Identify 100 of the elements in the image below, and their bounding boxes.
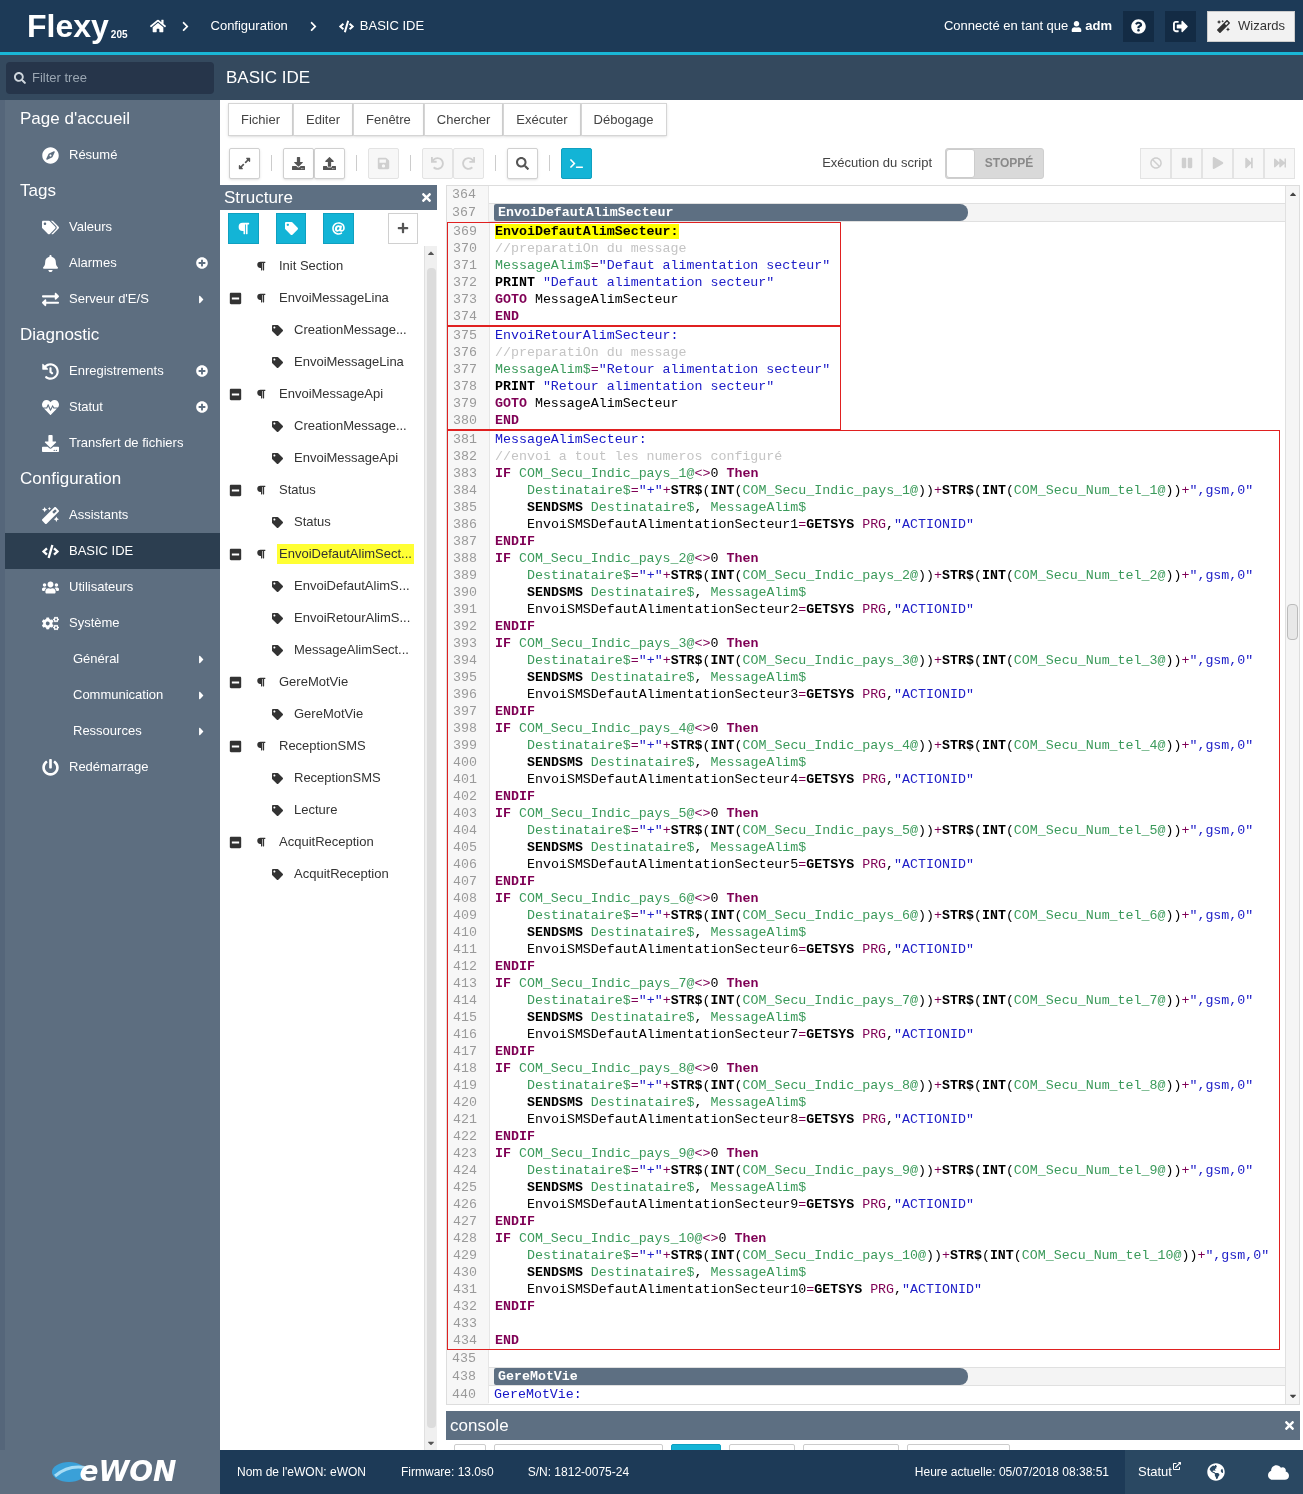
tree-item[interactable]: GereMotVie <box>277 672 351 692</box>
menu-tab[interactable]: Chercher <box>423 103 504 136</box>
code-line: IF COM_Secu_Indic_pays_5@<>0 Then <box>494 805 760 822</box>
tree-item[interactable]: Status <box>292 512 333 532</box>
wizards-button[interactable]: Wizards <box>1207 10 1295 42</box>
at-sign-button[interactable] <box>323 212 355 244</box>
history-icon <box>42 362 59 380</box>
help-icon <box>1131 18 1147 34</box>
tree-item[interactable]: EnvoiMessageApi <box>292 448 401 468</box>
gears-icon <box>42 614 59 632</box>
tree-item[interactable]: Status <box>277 480 318 500</box>
code-line: IF COM_Secu_Indic_pays_8@<>0 Then <box>494 1060 760 1077</box>
tree-item[interactable]: AcquitReception <box>292 864 391 884</box>
code-line: ENDIF <box>494 873 536 890</box>
menu-tab[interactable]: Fichier <box>228 103 293 136</box>
help-button[interactable] <box>1123 10 1155 42</box>
tree-item[interactable]: EnvoiDefautAlimS... <box>292 576 412 596</box>
home-icon[interactable] <box>149 18 166 34</box>
tree-item[interactable]: Init Section <box>277 256 346 276</box>
collapse-icon[interactable] <box>229 387 242 401</box>
expand-button[interactable] <box>229 147 260 179</box>
collapse-icon[interactable] <box>229 547 242 561</box>
nav-item[interactable]: Statut <box>5 389 220 425</box>
scrollbar[interactable] <box>1285 186 1299 1404</box>
download-icon <box>292 156 305 170</box>
filter-field[interactable]: Filter tree <box>6 61 214 94</box>
nav-item[interactable]: Redémarrage <box>5 749 220 785</box>
collapse-icon[interactable] <box>229 675 242 689</box>
add-button[interactable] <box>388 212 418 244</box>
tree-item[interactable]: MessageAlimSect... <box>292 640 411 660</box>
tag-icon <box>272 772 283 784</box>
nav-label: Statut <box>69 398 104 417</box>
logout-icon <box>1173 18 1189 34</box>
terminal-button[interactable] <box>561 147 592 179</box>
step-icon <box>1242 157 1255 169</box>
tree-item[interactable]: ReceptionSMS <box>292 768 383 788</box>
tree-item[interactable]: EnvoiMessageApi <box>277 384 386 404</box>
nav-item[interactable]: Communication <box>5 677 220 713</box>
scrollbar[interactable] <box>424 246 437 1450</box>
tag-icon <box>272 804 283 816</box>
tree-item[interactable]: EnvoiMessageLina <box>292 352 406 372</box>
scrollbar-thumb[interactable] <box>1287 604 1298 640</box>
paragraph-icon <box>256 389 266 399</box>
code-line: SENDSMS Destinataire$, MessageAlim$ <box>526 754 808 771</box>
menu-tab[interactable]: Exécuter <box>503 103 581 136</box>
nav-item[interactable]: Assistants <box>5 497 220 533</box>
tree-item[interactable]: EnvoiDefautAlimSect... <box>277 544 414 564</box>
nav-item[interactable]: Utilisateurs <box>5 569 220 605</box>
upload-icon <box>323 156 336 170</box>
tree-item[interactable]: CreationMessage... <box>292 320 409 340</box>
tag-icon <box>272 612 283 624</box>
code-line: END <box>494 308 520 325</box>
menu-tab[interactable]: Editer <box>293 103 353 136</box>
status-link[interactable]: Statut <box>1138 1462 1172 1482</box>
code-line: PRINT "Retour alimentation secteur" <box>494 378 776 395</box>
breadcrumb-link[interactable]: Configuration <box>210 16 288 36</box>
tree-item[interactable]: GereMotVie <box>292 704 366 724</box>
code-line: IF COM_Secu_Indic_pays_2@<>0 Then <box>494 550 760 567</box>
nav-label: Assistants <box>69 506 130 525</box>
menu-tab[interactable]: Fenêtre <box>353 103 424 136</box>
tree-item[interactable]: CreationMessage... <box>292 416 409 436</box>
tree-item[interactable]: ReceptionSMS <box>277 736 368 756</box>
code-line: SENDSMS Destinataire$, MessageAlim$ <box>526 1179 808 1196</box>
nav-item[interactable]: Serveur d'E/S <box>5 281 220 317</box>
paragraph-icon <box>256 261 266 271</box>
tree-item[interactable]: AcquitReception <box>277 832 376 852</box>
pause-icon <box>1180 157 1193 169</box>
code-line: Destinataire$="+"+STR$(INT(COM_Secu_Indic_pays_6@))+STR$(INT(COM_Secu_Num_tel_6@))+",gsm,0" <box>526 907 1255 924</box>
nav-item[interactable]: Général <box>5 641 220 677</box>
collapse-icon[interactable] <box>229 483 242 497</box>
tree-item[interactable]: Lecture <box>292 800 340 820</box>
collapse-icon[interactable] <box>229 291 242 305</box>
tree-item[interactable]: EnvoiMessageLina <box>277 288 391 308</box>
download-button[interactable] <box>283 147 314 179</box>
close-icon[interactable] <box>1283 1419 1296 1432</box>
close-icon[interactable] <box>420 191 433 204</box>
nav-label: Système <box>69 614 121 633</box>
collapse-icon[interactable] <box>229 835 242 849</box>
menu-tab[interactable]: Débogage <box>580 103 667 136</box>
nav-item[interactable]: Résumé <box>5 137 220 173</box>
nav-item[interactable]: Valeurs <box>5 209 220 245</box>
login-text: Connecté en tant que <box>944 17 1069 36</box>
breadcrumb-link[interactable]: BASIC IDE <box>359 16 425 36</box>
search-button[interactable] <box>507 147 538 179</box>
nav-item[interactable]: Alarmes <box>5 245 220 281</box>
tree-item[interactable]: EnvoiRetourAlimS... <box>292 608 413 628</box>
upload-button[interactable] <box>314 147 345 179</box>
nav-item[interactable]: Enregistrements <box>5 353 220 389</box>
collapse-icon[interactable] <box>229 739 242 753</box>
globe-icon[interactable] <box>1206 1463 1225 1481</box>
nav-item[interactable]: BASIC IDE <box>5 533 220 569</box>
code-editor[interactable] <box>447 186 1285 1404</box>
nav-item[interactable]: Ressources <box>5 713 220 749</box>
paragraph-button[interactable] <box>228 212 259 244</box>
tag-button[interactable] <box>275 212 307 244</box>
nav-item[interactable]: Transfert de fichiers <box>5 425 220 461</box>
nav-item[interactable]: Système <box>5 605 220 641</box>
script-execution-label: Exécution du script <box>822 154 932 173</box>
page-title: BASIC IDE <box>226 66 311 89</box>
logout-button[interactable] <box>1165 10 1197 42</box>
